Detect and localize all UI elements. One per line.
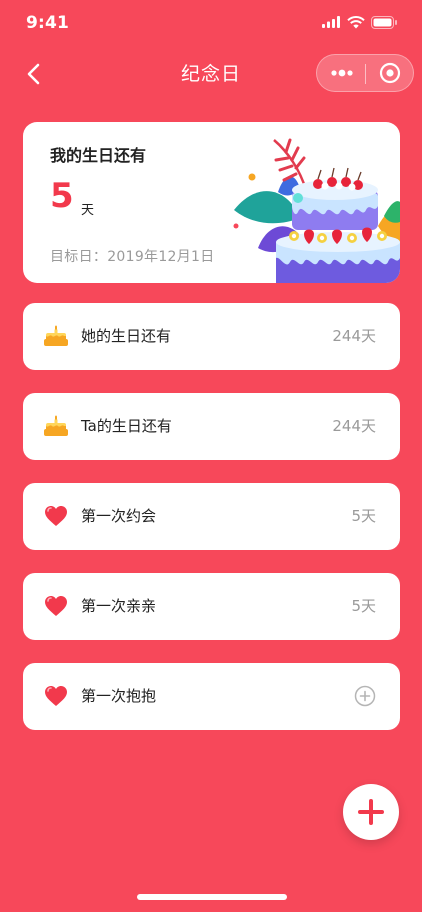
wifi-icon	[347, 15, 365, 28]
hero-title: 我的生日还有	[50, 146, 147, 165]
list-item[interactable]: 她的生日还有 244天	[23, 303, 400, 370]
list-item[interactable]: 第一次亲亲 5天	[23, 573, 400, 640]
list-item[interactable]: Ta的生日还有 244天	[23, 393, 400, 460]
heart-icon	[45, 506, 67, 526]
heart-icon	[45, 596, 67, 616]
list-item-label: 第一次约会	[81, 507, 157, 525]
more-button[interactable]	[317, 55, 365, 93]
battery-icon	[371, 15, 397, 29]
home-indicator[interactable]	[137, 894, 287, 900]
add-anniversary-button[interactable]	[343, 784, 399, 840]
hero-days-unit: 天	[81, 203, 95, 218]
list-item-days: 5天	[351, 597, 376, 615]
cake-icon	[44, 325, 68, 346]
close-miniprogram-button[interactable]	[366, 55, 415, 93]
list-item-label: 第一次抱抱	[81, 687, 157, 705]
signal-icon	[322, 16, 340, 28]
hero-target-date: 目标日：2019年12月1日	[50, 249, 215, 265]
cake-icon	[44, 415, 68, 436]
add-circle-icon[interactable]	[354, 685, 376, 707]
status-bar: 9:41	[0, 0, 422, 48]
heart-icon	[45, 686, 67, 706]
featured-anniversary-card[interactable]: 我的生日还有 5 天 目标日：2019年12月1日	[23, 122, 400, 283]
list-item-label: Ta的生日还有	[81, 417, 172, 435]
list-item[interactable]: 第一次抱抱	[23, 663, 400, 730]
status-icons	[322, 15, 398, 29]
list-item-label: 第一次亲亲	[81, 597, 157, 615]
list-item[interactable]: 第一次约会 5天	[23, 483, 400, 550]
list-item-days: 244天	[332, 417, 376, 435]
more-dots-icon	[331, 69, 353, 77]
target-circle-icon	[379, 62, 401, 84]
hero-days-count: 5	[50, 176, 74, 216]
list-item-days: 5天	[351, 507, 376, 525]
mini-program-capsule	[316, 54, 414, 92]
status-time: 9:41	[26, 13, 70, 33]
plus-icon	[358, 799, 384, 825]
list-item-days: 244天	[332, 327, 376, 345]
birthday-cake-illustration-icon	[233, 138, 400, 283]
list-item-label: 她的生日还有	[81, 327, 172, 345]
